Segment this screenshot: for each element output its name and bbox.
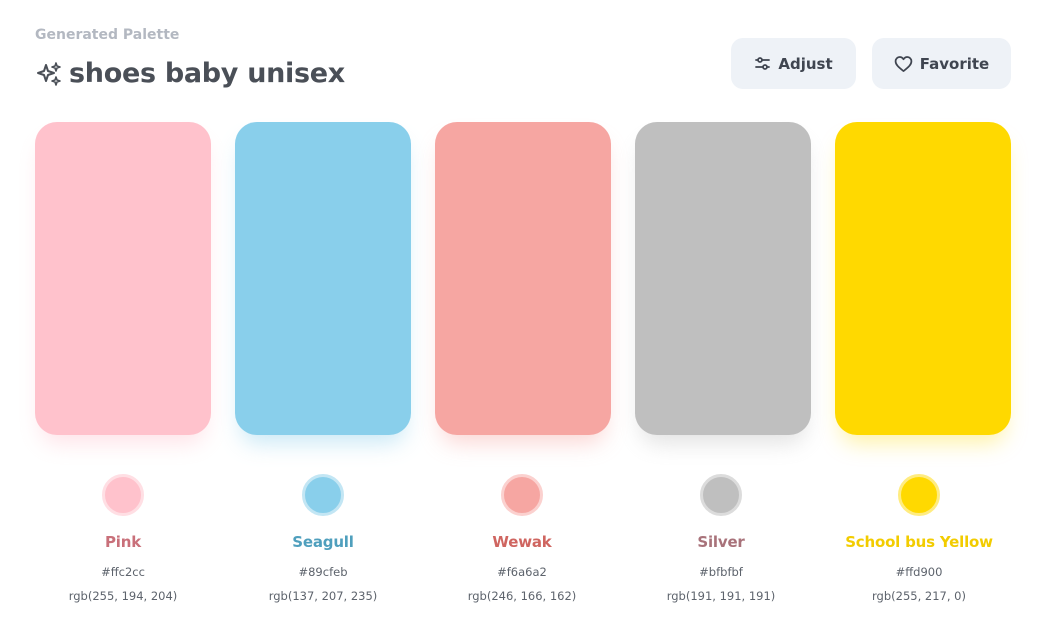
- color-dot: [898, 474, 940, 516]
- color-name: Pink: [105, 533, 141, 551]
- color-rgb[interactable]: rgb(191, 191, 191): [667, 589, 776, 603]
- sliders-icon: [754, 55, 771, 72]
- color-info: School bus Yellow #ffd900 rgb(255, 217, …: [819, 474, 1019, 603]
- color-swatch[interactable]: [235, 122, 411, 435]
- color-name: Wewak: [492, 533, 552, 551]
- color-swatch[interactable]: [35, 122, 211, 435]
- color-rgb[interactable]: rgb(255, 194, 204): [69, 589, 178, 603]
- color-info: Silver #bfbfbf rgb(191, 191, 191): [621, 474, 821, 603]
- title-row: shoes baby unisex: [35, 58, 345, 89]
- color-info: Seagull #89cfeb rgb(137, 207, 235): [223, 474, 423, 603]
- color-name: Seagull: [292, 533, 354, 551]
- favorite-button-label: Favorite: [919, 54, 990, 73]
- color-hex[interactable]: #ffc2cc: [101, 565, 145, 579]
- color-name: School bus Yellow: [845, 533, 993, 551]
- color-rgb[interactable]: rgb(255, 217, 0): [872, 589, 966, 603]
- sparkles-icon: [35, 60, 63, 88]
- color-dot: [302, 474, 344, 516]
- heart-icon: [894, 55, 913, 73]
- color-info: Pink #ffc2cc rgb(255, 194, 204): [23, 474, 223, 603]
- adjust-button-label: Adjust: [778, 54, 833, 73]
- color-info: Wewak #f6a6a2 rgb(246, 166, 162): [422, 474, 622, 603]
- adjust-button[interactable]: Adjust: [731, 38, 856, 89]
- color-hex[interactable]: #ffd900: [896, 565, 943, 579]
- color-hex[interactable]: #bfbfbf: [699, 565, 743, 579]
- page-title: shoes baby unisex: [69, 58, 345, 89]
- palette-page: Generated Palette shoes baby unisex Adju…: [0, 0, 1048, 644]
- color-swatch[interactable]: [435, 122, 611, 435]
- color-dot: [501, 474, 543, 516]
- color-hex[interactable]: #f6a6a2: [497, 565, 547, 579]
- color-swatch[interactable]: [635, 122, 811, 435]
- page-kicker: Generated Palette: [35, 27, 180, 43]
- color-name: Silver: [697, 533, 745, 551]
- favorite-button[interactable]: Favorite: [872, 38, 1011, 89]
- color-rgb[interactable]: rgb(137, 207, 235): [269, 589, 378, 603]
- color-dot: [700, 474, 742, 516]
- color-dot: [102, 474, 144, 516]
- color-rgb[interactable]: rgb(246, 166, 162): [468, 589, 577, 603]
- color-hex[interactable]: #89cfeb: [298, 565, 347, 579]
- color-swatch[interactable]: [835, 122, 1011, 435]
